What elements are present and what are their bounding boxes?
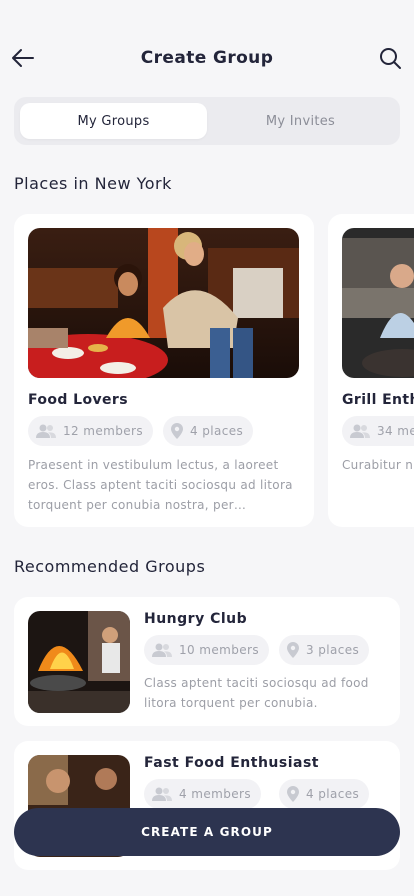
place-name: Food Lovers xyxy=(28,392,128,408)
place-name: Grill Enth xyxy=(342,392,414,408)
place-photo xyxy=(28,228,299,378)
group-name: Fast Food Enthusiast xyxy=(144,755,319,771)
create-group-button[interactable]: CREATE A GROUP xyxy=(14,808,400,856)
section-title-recommended: Recommended Groups xyxy=(14,557,206,576)
members-chip: 4 members xyxy=(144,779,261,809)
places-count: 4 places xyxy=(306,787,360,801)
group-photo xyxy=(28,611,130,713)
location-pin-icon xyxy=(171,423,183,439)
places-count: 3 places xyxy=(306,643,360,657)
place-description: Praesent in vestibulum lectus, a laoreet… xyxy=(28,458,293,512)
group-description: Class aptent taciti sociosqu ad food lit… xyxy=(144,676,369,710)
members-chip: 10 members xyxy=(144,635,270,665)
users-icon xyxy=(152,787,172,801)
users-icon xyxy=(350,424,370,438)
members-chip: 12 members xyxy=(28,416,154,446)
page-title: Create Group xyxy=(140,48,274,68)
tab-my-invites[interactable]: My Invites xyxy=(207,103,394,139)
group-name: Hungry Club xyxy=(144,611,248,627)
members-count: 34 me xyxy=(377,424,414,438)
place-description: Curabitur n eu, egestas Pellentesqu xyxy=(342,458,414,472)
location-pin-icon xyxy=(287,642,299,658)
place-photo xyxy=(342,228,414,378)
places-chip: 4 places xyxy=(279,779,370,809)
places-count: 4 places xyxy=(190,424,244,438)
search-icon[interactable] xyxy=(378,46,402,70)
members-count: 12 members xyxy=(63,424,144,438)
section-title-places: Places in New York xyxy=(14,174,172,193)
users-icon xyxy=(152,643,172,657)
location-pin-icon xyxy=(287,786,299,802)
places-chip: 3 places xyxy=(279,635,370,665)
tab-my-groups[interactable]: My Groups xyxy=(20,103,207,139)
places-carousel[interactable]: Food Lovers 12 members 4 places Praesent… xyxy=(14,214,414,528)
places-chip: 4 places xyxy=(163,416,254,446)
place-card[interactable]: Grill Enth 34 me Curabitur n eu, egestas… xyxy=(328,214,414,527)
segmented-tabs: My Groups My Invites xyxy=(14,97,400,145)
group-card[interactable]: Hungry Club 10 members 3 places Class ap… xyxy=(14,597,400,726)
members-count: 10 members xyxy=(179,643,260,657)
members-chip: 34 me xyxy=(342,416,414,446)
users-icon xyxy=(36,424,56,438)
place-card[interactable]: Food Lovers 12 members 4 places Praesent… xyxy=(14,214,314,527)
app-header: Create Group xyxy=(0,36,414,80)
members-count: 4 members xyxy=(179,787,251,801)
